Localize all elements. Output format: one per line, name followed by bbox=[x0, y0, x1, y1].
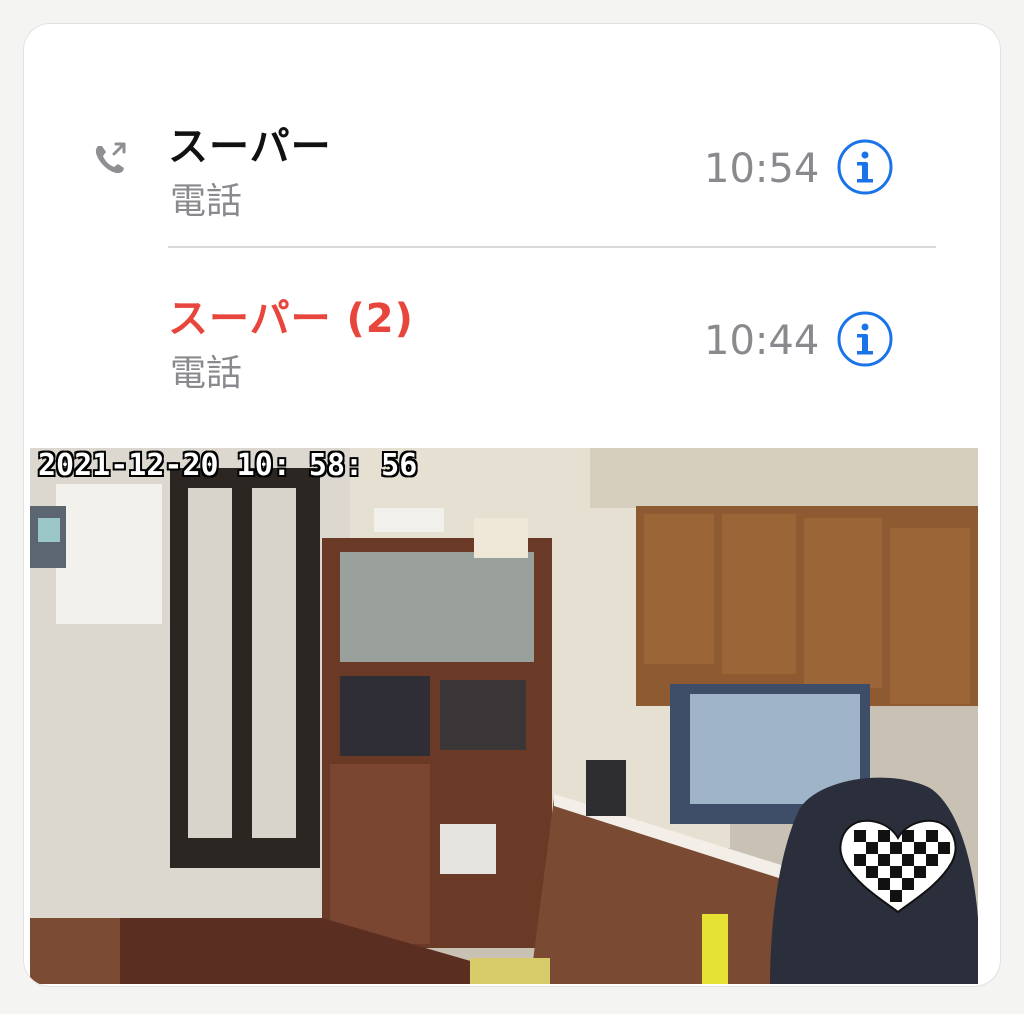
call-time: 10:54 bbox=[704, 146, 820, 192]
call-time: 10:44 bbox=[704, 318, 820, 364]
info-icon[interactable] bbox=[836, 138, 894, 196]
caller-name: スーパー bbox=[168, 124, 332, 170]
camera-scene bbox=[30, 448, 978, 984]
call-type-label: 電話 bbox=[170, 181, 243, 222]
call-row-1[interactable]: スーパー 電話 10:54 bbox=[24, 114, 1000, 254]
info-icon[interactable] bbox=[836, 310, 894, 368]
call-row-2[interactable]: スーパー (2) 電話 10:44 bbox=[24, 286, 1000, 426]
recent-calls-card: スーパー 電話 10:54 スーパー (2) 電話 10:44 2021-12-… bbox=[24, 24, 1000, 986]
row-divider bbox=[168, 246, 936, 248]
security-camera-image: 2021-12-20 10: 58: 56 bbox=[30, 448, 978, 984]
caller-name-missed: スーパー (2) bbox=[168, 296, 414, 342]
phone-outgoing-icon bbox=[95, 142, 126, 174]
camera-timestamp: 2021-12-20 10: 58: 56 bbox=[38, 448, 418, 483]
call-type-label: 電話 bbox=[170, 353, 243, 394]
